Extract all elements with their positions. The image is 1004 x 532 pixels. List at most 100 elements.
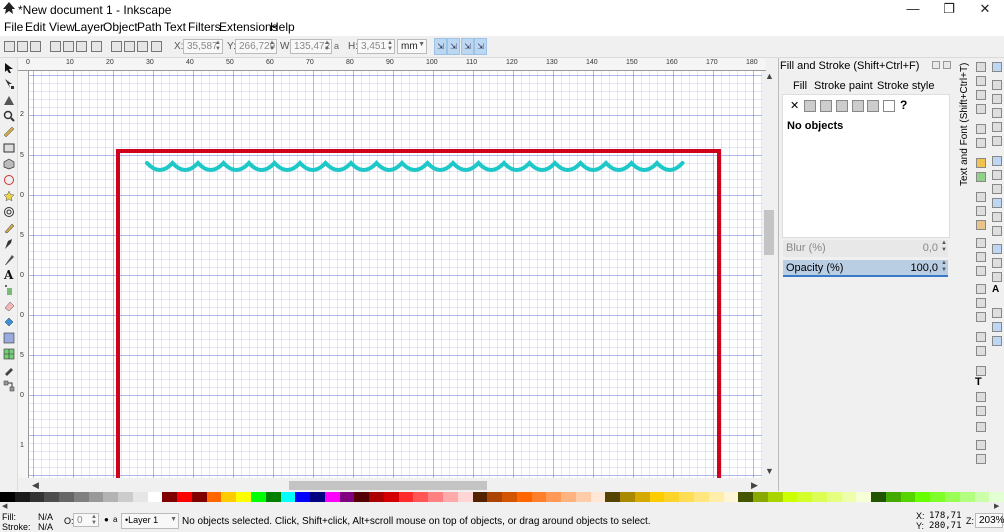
- palette-swatch[interactable]: [871, 492, 886, 502]
- star-tool-icon[interactable]: [3, 190, 15, 202]
- palette-swatch[interactable]: [531, 492, 547, 502]
- horizontal-ruler[interactable]: 0 10 20 30 40 50 60 70 80 90 100 110 120…: [18, 58, 766, 71]
- palette-swatch[interactable]: [398, 492, 414, 502]
- flip-vertical-icon[interactable]: [91, 41, 102, 52]
- raise-icon[interactable]: [124, 41, 135, 52]
- rotate-ccw-icon[interactable]: [50, 41, 61, 52]
- palette-swatch[interactable]: [487, 492, 503, 502]
- menu-extensions[interactable]: Extensions: [219, 20, 278, 34]
- drawing[interactable]: [29, 71, 762, 478]
- palette-swatch[interactable]: [413, 492, 429, 502]
- unit-select[interactable]: mm ▼: [397, 39, 427, 54]
- blur-slider[interactable]: Blur (%) 0,0 ▲ ▼: [783, 240, 948, 257]
- color-palette[interactable]: [0, 492, 1004, 502]
- no-paint-icon[interactable]: ✕: [790, 99, 799, 112]
- snap-paths-icon[interactable]: [992, 170, 1002, 180]
- swatch-icon[interactable]: [883, 100, 895, 112]
- palette-swatch[interactable]: [14, 492, 30, 502]
- red-frame-path[interactable]: [116, 149, 721, 478]
- snap-bbox-edge-icon[interactable]: [992, 94, 1002, 104]
- node-tool-icon[interactable]: [3, 78, 15, 90]
- print-icon[interactable]: [976, 104, 986, 114]
- x-input[interactable]: 35,587 ▲ ▼: [183, 39, 223, 54]
- palette-swatch[interactable]: [679, 492, 694, 502]
- deselect-icon[interactable]: [30, 41, 41, 52]
- rotate-cw-icon[interactable]: [63, 41, 74, 52]
- palette-swatch[interactable]: [708, 492, 724, 502]
- new-document-icon[interactable]: [976, 62, 986, 72]
- snap-cusp-nodes-icon[interactable]: [992, 198, 1002, 208]
- palette-scroll-left-icon[interactable]: ◀: [2, 502, 7, 510]
- rectangle-tool-icon[interactable]: [3, 142, 15, 154]
- zoom-tool-icon[interactable]: [3, 110, 15, 122]
- h-input[interactable]: 3,451 ▲ ▼: [357, 39, 395, 54]
- palette-swatch[interactable]: [974, 492, 990, 502]
- palette-swatch[interactable]: [738, 492, 754, 502]
- palette-swatch[interactable]: [664, 492, 680, 502]
- select-all-layers-icon[interactable]: [17, 41, 28, 52]
- snap-guide-icon[interactable]: [992, 336, 1002, 346]
- scale-stroke-toggle[interactable]: ⇲: [434, 38, 447, 55]
- palette-swatch[interactable]: [797, 492, 813, 502]
- menu-text[interactable]: Text: [164, 20, 186, 34]
- menu-object[interactable]: Object: [103, 20, 138, 34]
- drawing-canvas[interactable]: [29, 71, 762, 478]
- palette-swatch[interactable]: [812, 492, 827, 502]
- snap-bbox-center-icon[interactable]: [992, 136, 1002, 146]
- cut-icon[interactable]: [976, 206, 986, 216]
- redo-icon[interactable]: [976, 172, 986, 182]
- gradient-tool-icon[interactable]: [3, 332, 15, 344]
- vertical-scrollbar[interactable]: ▲ ▼: [762, 71, 776, 478]
- palette-scroll-right-icon[interactable]: ▶: [994, 502, 999, 510]
- xml-editor-icon[interactable]: [976, 392, 986, 402]
- palette-swatch[interactable]: [118, 492, 133, 502]
- palette-swatch[interactable]: [88, 492, 104, 502]
- linear-gradient-icon[interactable]: [820, 100, 832, 112]
- dock-iconify-icon[interactable]: [932, 61, 940, 69]
- y-input[interactable]: 266,729 ▲ ▼: [235, 39, 277, 54]
- snap-bbox-midpoint-icon[interactable]: [992, 122, 1002, 132]
- zoom-input[interactable]: 203%: [975, 513, 1004, 528]
- palette-swatch[interactable]: [457, 492, 473, 502]
- maximize-button[interactable]: ❐: [932, 0, 966, 19]
- palette-swatch[interactable]: [590, 492, 606, 502]
- palette-swatch[interactable]: [132, 492, 148, 502]
- 3d-box-tool-icon[interactable]: [3, 158, 15, 170]
- align-distribute-icon[interactable]: [976, 406, 986, 416]
- paint-bucket-tool-icon[interactable]: [3, 316, 15, 328]
- palette-swatch[interactable]: [162, 492, 178, 502]
- export-icon[interactable]: [976, 138, 986, 148]
- palette-swatch[interactable]: [767, 492, 783, 502]
- layer-visibility-icon[interactable]: ●: [104, 515, 109, 524]
- menu-file[interactable]: File: [4, 20, 23, 34]
- dropper-tool-icon[interactable]: [3, 364, 15, 376]
- menu-help[interactable]: Help: [270, 20, 295, 34]
- copy-icon[interactable]: [976, 192, 986, 202]
- menu-path[interactable]: Path: [137, 20, 162, 34]
- mesh-tool-icon[interactable]: [3, 348, 15, 360]
- chevron-down-icon[interactable]: ▼: [170, 516, 177, 523]
- snap-rotation-center-icon[interactable]: [992, 258, 1002, 268]
- spin-arrows-icon[interactable]: ▲ ▼: [387, 40, 393, 52]
- palette-swatch[interactable]: [191, 492, 207, 502]
- menu-filters[interactable]: Filters: [188, 20, 221, 34]
- tab-stroke-paint[interactable]: Stroke paint: [814, 80, 873, 92]
- mesh-gradient-icon[interactable]: [852, 100, 864, 112]
- horizontal-scroll-thumb[interactable]: [289, 481, 487, 490]
- spin-arrows-icon[interactable]: ▲ ▼: [269, 40, 275, 52]
- palette-swatch[interactable]: [989, 492, 1004, 502]
- lock-icon[interactable]: a: [334, 41, 345, 52]
- ellipse-tool-icon[interactable]: [3, 174, 15, 186]
- w-input[interactable]: 135,472 ▲ ▼: [290, 39, 332, 54]
- minimize-button[interactable]: —: [896, 0, 930, 19]
- palette-swatch[interactable]: [575, 492, 591, 502]
- layer-lock-icon[interactable]: a: [113, 515, 117, 524]
- fill-indicator-value[interactable]: N/A: [38, 512, 53, 522]
- snap-intersections-icon[interactable]: [992, 184, 1002, 194]
- save-icon[interactable]: [976, 90, 986, 100]
- palette-swatch[interactable]: [782, 492, 798, 502]
- calligraphy-tool-icon[interactable]: [3, 254, 15, 266]
- palette-swatch[interactable]: [236, 492, 252, 502]
- radial-gradient-icon[interactable]: [836, 100, 848, 112]
- flat-color-icon[interactable]: [804, 100, 816, 112]
